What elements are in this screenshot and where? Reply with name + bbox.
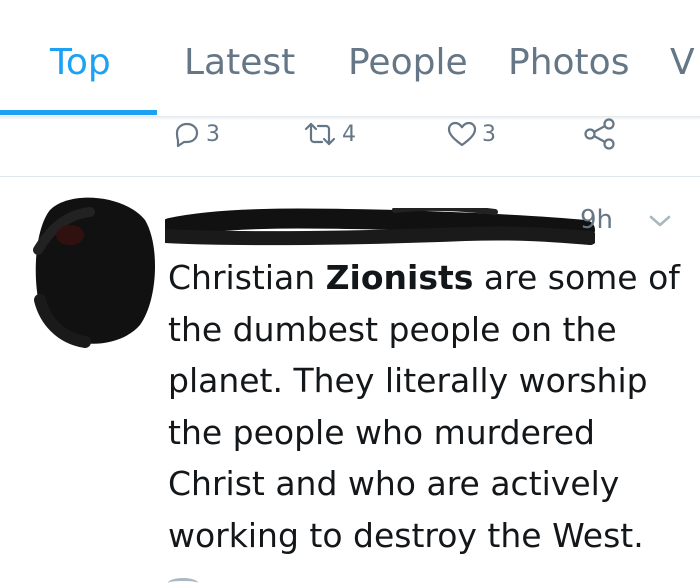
tweet-text-bold: Zionists: [325, 258, 474, 297]
share-button[interactable]: [582, 118, 618, 150]
reply-button[interactable]: 3: [172, 118, 220, 150]
reply-icon: [172, 119, 202, 149]
redacted-username: [158, 204, 597, 248]
next-tweet-edge: [168, 578, 198, 585]
tab-videos[interactable]: V: [670, 42, 695, 83]
tab-top[interactable]: Top: [50, 42, 111, 83]
reply-count: 3: [206, 121, 220, 147]
tweet-text-rest: are some of the dumbest people on the pl…: [168, 258, 680, 555]
retweet-icon: [302, 119, 338, 149]
retweet-count: 4: [342, 121, 356, 147]
tweet-timestamp: 9h: [580, 205, 614, 235]
share-icon: [582, 117, 618, 151]
avatar[interactable]: [30, 190, 160, 350]
active-tab-indicator: [0, 110, 157, 115]
tab-latest[interactable]: Latest: [184, 42, 295, 83]
like-count: 3: [482, 121, 496, 147]
tab-photos[interactable]: Photos: [508, 42, 629, 83]
like-icon: [446, 119, 478, 149]
previous-tweet-actions: 3 4 3: [0, 118, 700, 176]
tweet-divider: [0, 176, 700, 177]
tweet-menu-button[interactable]: [648, 213, 672, 233]
tweet-text: Christian Zionists are some of the dumbe…: [168, 252, 688, 561]
tweet-text-start: Christian: [168, 258, 326, 297]
like-button[interactable]: 3: [446, 118, 496, 150]
tab-people[interactable]: People: [348, 42, 468, 83]
search-tab-bar: Top Latest People Photos V: [0, 0, 700, 118]
chevron-down-icon: [648, 214, 672, 233]
retweet-button[interactable]: 4: [302, 118, 356, 150]
